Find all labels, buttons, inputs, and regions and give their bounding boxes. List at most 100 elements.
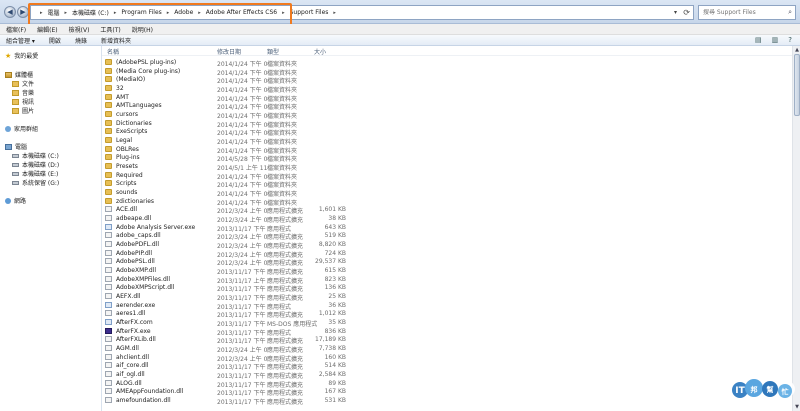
column-header-size[interactable]: 大小 <box>314 47 326 56</box>
file-row[interactable]: AMEAppFoundation.dll2013/11/17 下午 ...應用程… <box>102 387 792 397</box>
file-row[interactable]: (AdobePSL plug-ins)2014/1/24 下午 0...檔案資料… <box>102 58 792 68</box>
menu-tools[interactable]: 工具(T) <box>100 25 120 34</box>
search-input[interactable] <box>703 9 783 16</box>
file-row[interactable]: AfterFXLib.dll2013/11/17 下午 ...應用程式擴充17,… <box>102 335 792 345</box>
file-row[interactable]: AfterFX.com2013/11/17 下午 ...MS-DOS 應用程式3… <box>102 318 792 328</box>
file-row[interactable]: cursors2014/1/24 下午 0...檔案資料夾 <box>102 110 792 120</box>
new-folder-button[interactable]: 新增資料夾 <box>101 36 131 45</box>
sidebar-item-documents[interactable]: 文件 <box>12 79 34 88</box>
file-row[interactable]: AMTLanguages2014/1/24 下午 0...檔案資料夾 <box>102 101 792 111</box>
sidebar-item-videos[interactable]: 視訊 <box>12 97 34 106</box>
computer-icon <box>5 143 12 150</box>
breadcrumb-separator-icon[interactable]: ▸ <box>167 10 170 16</box>
breadcrumb-segment[interactable]: Adobe <box>174 9 193 16</box>
address-bar[interactable]: ▸ 電腦 ▸ 本機磁碟 (C:) ▸ Program Files ▸ Adobe ▸ Adobe … <box>30 5 694 20</box>
vertical-scrollbar[interactable]: ▲ ▼ <box>792 46 800 411</box>
file-row[interactable]: Dictionaries2014/1/24 下午 0...檔案資料夾 <box>102 119 792 129</box>
file-name: Presets <box>116 163 138 171</box>
search-icon[interactable]: ⌕ <box>788 8 792 17</box>
file-row[interactable]: ACE.dll2012/3/24 上午 0...應用程式擴充1,601 KB <box>102 205 792 215</box>
file-row[interactable]: Required2014/1/24 下午 0...檔案資料夾 <box>102 171 792 181</box>
file-row[interactable]: AdobePDFL.dll2012/3/24 上午 0...應用程式擴充8,82… <box>102 240 792 250</box>
scroll-down-arrow-icon[interactable]: ▼ <box>794 404 800 410</box>
breadcrumb-segment[interactable]: Support Files <box>290 9 329 16</box>
open-button[interactable]: 開啟 <box>49 36 61 45</box>
file-row[interactable]: OBLRes2014/1/24 下午 0...檔案資料夾 <box>102 145 792 155</box>
file-row[interactable]: AdobeXMPFiles.dll2013/11/17 上午 ...應用程式擴充… <box>102 275 792 285</box>
column-header-type[interactable]: 類型 <box>267 47 279 56</box>
sidebar-item-computer[interactable]: 電腦 <box>5 142 27 151</box>
breadcrumb-segment[interactable]: 本機磁碟 (C:) <box>72 8 109 17</box>
column-header-date[interactable]: 修改日期 <box>217 47 241 56</box>
breadcrumb-separator-icon[interactable]: ▸ <box>333 10 336 16</box>
file-row[interactable]: AMT2014/1/24 下午 0...檔案資料夾 <box>102 93 792 103</box>
sidebar-item-drive-d[interactable]: 本機磁碟 (D:) <box>12 160 59 169</box>
sidebar-item-libraries[interactable]: 媒體櫃 <box>5 70 33 79</box>
file-row[interactable]: (MediaIO)2014/1/24 下午 0...檔案資料夾 <box>102 75 792 85</box>
file-row[interactable]: aif_core.dll2013/11/17 下午 ...應用程式擴充514 K… <box>102 361 792 371</box>
back-button[interactable]: ◀ <box>4 6 16 18</box>
file-row[interactable]: aerender.exe2013/11/17 下午 ...應用程式36 KB <box>102 301 792 311</box>
sidebar-item-drive-e[interactable]: 本機磁碟 (E:) <box>12 169 58 178</box>
file-row[interactable]: ALOG.dll2013/11/17 下午 ...應用程式擴充89 KB <box>102 379 792 389</box>
menu-file[interactable]: 檔案(F) <box>6 25 26 34</box>
dll-file-icon <box>105 232 112 239</box>
forward-button[interactable]: ▶ <box>17 6 29 18</box>
breadcrumb-segment[interactable]: 電腦 <box>48 8 60 17</box>
breadcrumb-separator-icon[interactable]: ▸ <box>282 10 285 16</box>
address-dropdown-icon[interactable]: ▾ <box>674 9 677 16</box>
file-row[interactable]: AdobeXMP.dll2013/11/17 下午 ...應用程式擴充615 K… <box>102 266 792 276</box>
view-options-icon[interactable]: ▤ <box>755 36 762 44</box>
sidebar-item-network[interactable]: 網路 <box>5 196 26 205</box>
sidebar-item-favorites[interactable]: ★ 我的最愛 <box>5 51 38 60</box>
file-row[interactable]: (Media Core plug-ins)2014/1/24 下午 0...檔案… <box>102 67 792 77</box>
file-row[interactable]: AdobePSL.dll2012/3/24 上午 0...應用程式擴充29,53… <box>102 257 792 267</box>
file-row[interactable]: ExeScripts2014/1/24 下午 0...檔案資料夾 <box>102 127 792 137</box>
file-row[interactable]: aif_ogl.dll2013/11/17 下午 ...應用程式擴充2,584 … <box>102 370 792 380</box>
breadcrumb-separator-icon[interactable]: ▸ <box>40 10 43 16</box>
file-row[interactable]: Adobe Analysis Server.exe2013/11/17 下午 .… <box>102 223 792 233</box>
sidebar-item-music[interactable]: 音樂 <box>12 88 34 97</box>
sidebar-item-drive-c[interactable]: 本機磁碟 (C:) <box>12 151 59 160</box>
file-row[interactable]: amefoundation.dll 2013/11/17 下午 ...應用程式擴充… <box>102 396 792 406</box>
sidebar-item-pictures[interactable]: 圖片 <box>12 106 34 115</box>
sidebar-item-homegroup[interactable]: 家用群組 <box>5 124 38 133</box>
file-row[interactable]: adbeape.dll2012/3/24 上午 0...應用程式擴充38 KB <box>102 214 792 224</box>
file-row[interactable]: sounds2014/1/24 下午 0...檔案資料夾 <box>102 188 792 198</box>
scroll-up-arrow-icon[interactable]: ▲ <box>794 47 800 53</box>
file-row[interactable]: Presets2014/5/1 上午 11...檔案資料夾 <box>102 162 792 172</box>
exe-file-icon <box>105 319 112 326</box>
breadcrumb-segment[interactable]: Program Files <box>121 9 161 16</box>
burn-button[interactable]: 燒錄 <box>75 36 87 45</box>
scroll-thumb[interactable] <box>794 54 800 116</box>
file-row[interactable]: adobe_caps.dll2012/3/24 上午 0...應用程式擴充519… <box>102 231 792 241</box>
file-row[interactable]: ahclient.dll2012/3/24 上午 0...應用程式擴充160 K… <box>102 353 792 363</box>
file-row[interactable]: Legal2014/1/24 下午 0...檔案資料夾 <box>102 136 792 146</box>
menu-help[interactable]: 說明(H) <box>132 25 153 34</box>
breadcrumb-separator-icon[interactable]: ▸ <box>114 10 117 16</box>
file-row[interactable]: zdictionaries2014/1/24 下午 0...檔案資料夾 <box>102 197 792 207</box>
file-row[interactable]: AfterFX.exe2013/11/17 下午 ...應用程式836 KB <box>102 327 792 337</box>
column-header-name[interactable]: 名稱 <box>107 47 119 56</box>
sidebar-item-label: 本機磁碟 (E:) <box>22 171 59 178</box>
file-row[interactable]: Scripts2014/1/24 下午 0...檔案資料夾 <box>102 179 792 189</box>
menu-view[interactable]: 檢視(V) <box>69 25 90 34</box>
file-row[interactable]: AdobeXMPScript.dll2013/11/17 下午 ...應用程式擴… <box>102 283 792 293</box>
preview-pane-icon[interactable]: ▥ <box>772 36 779 44</box>
search-box[interactable]: ⌕ <box>698 5 796 20</box>
file-row[interactable]: AGM.dll2012/3/24 上午 0...應用程式擴充7,738 KB <box>102 344 792 354</box>
file-row[interactable]: Plug-ins2014/5/28 下午 0...檔案資料夾 <box>102 153 792 163</box>
breadcrumb-separator-icon[interactable]: ▸ <box>198 10 201 16</box>
file-name: sounds <box>116 189 138 197</box>
sidebar-item-drive-g[interactable]: 系統保留 (G:) <box>12 178 59 187</box>
organize-button[interactable]: 組合管理 ▾ <box>6 36 35 45</box>
menu-edit[interactable]: 編輯(E) <box>37 25 57 34</box>
file-row[interactable]: aeres1.dll2013/11/17 下午 ...應用程式擴充1,012 K… <box>102 309 792 319</box>
help-icon[interactable]: ? <box>788 36 792 44</box>
file-row[interactable]: AEFX.dll2013/11/17 下午 ...應用程式擴充25 KB <box>102 292 792 302</box>
file-row[interactable]: 322014/1/24 下午 0...檔案資料夾 <box>102 84 792 94</box>
refresh-icon[interactable]: ⟳ <box>683 8 690 17</box>
breadcrumb-segment[interactable]: Adobe After Effects CS6 <box>206 9 277 16</box>
breadcrumb-separator-icon[interactable]: ▸ <box>65 10 68 16</box>
file-row[interactable]: AdobePIP.dll2012/3/24 上午 0...應用程式擴充724 K… <box>102 249 792 259</box>
